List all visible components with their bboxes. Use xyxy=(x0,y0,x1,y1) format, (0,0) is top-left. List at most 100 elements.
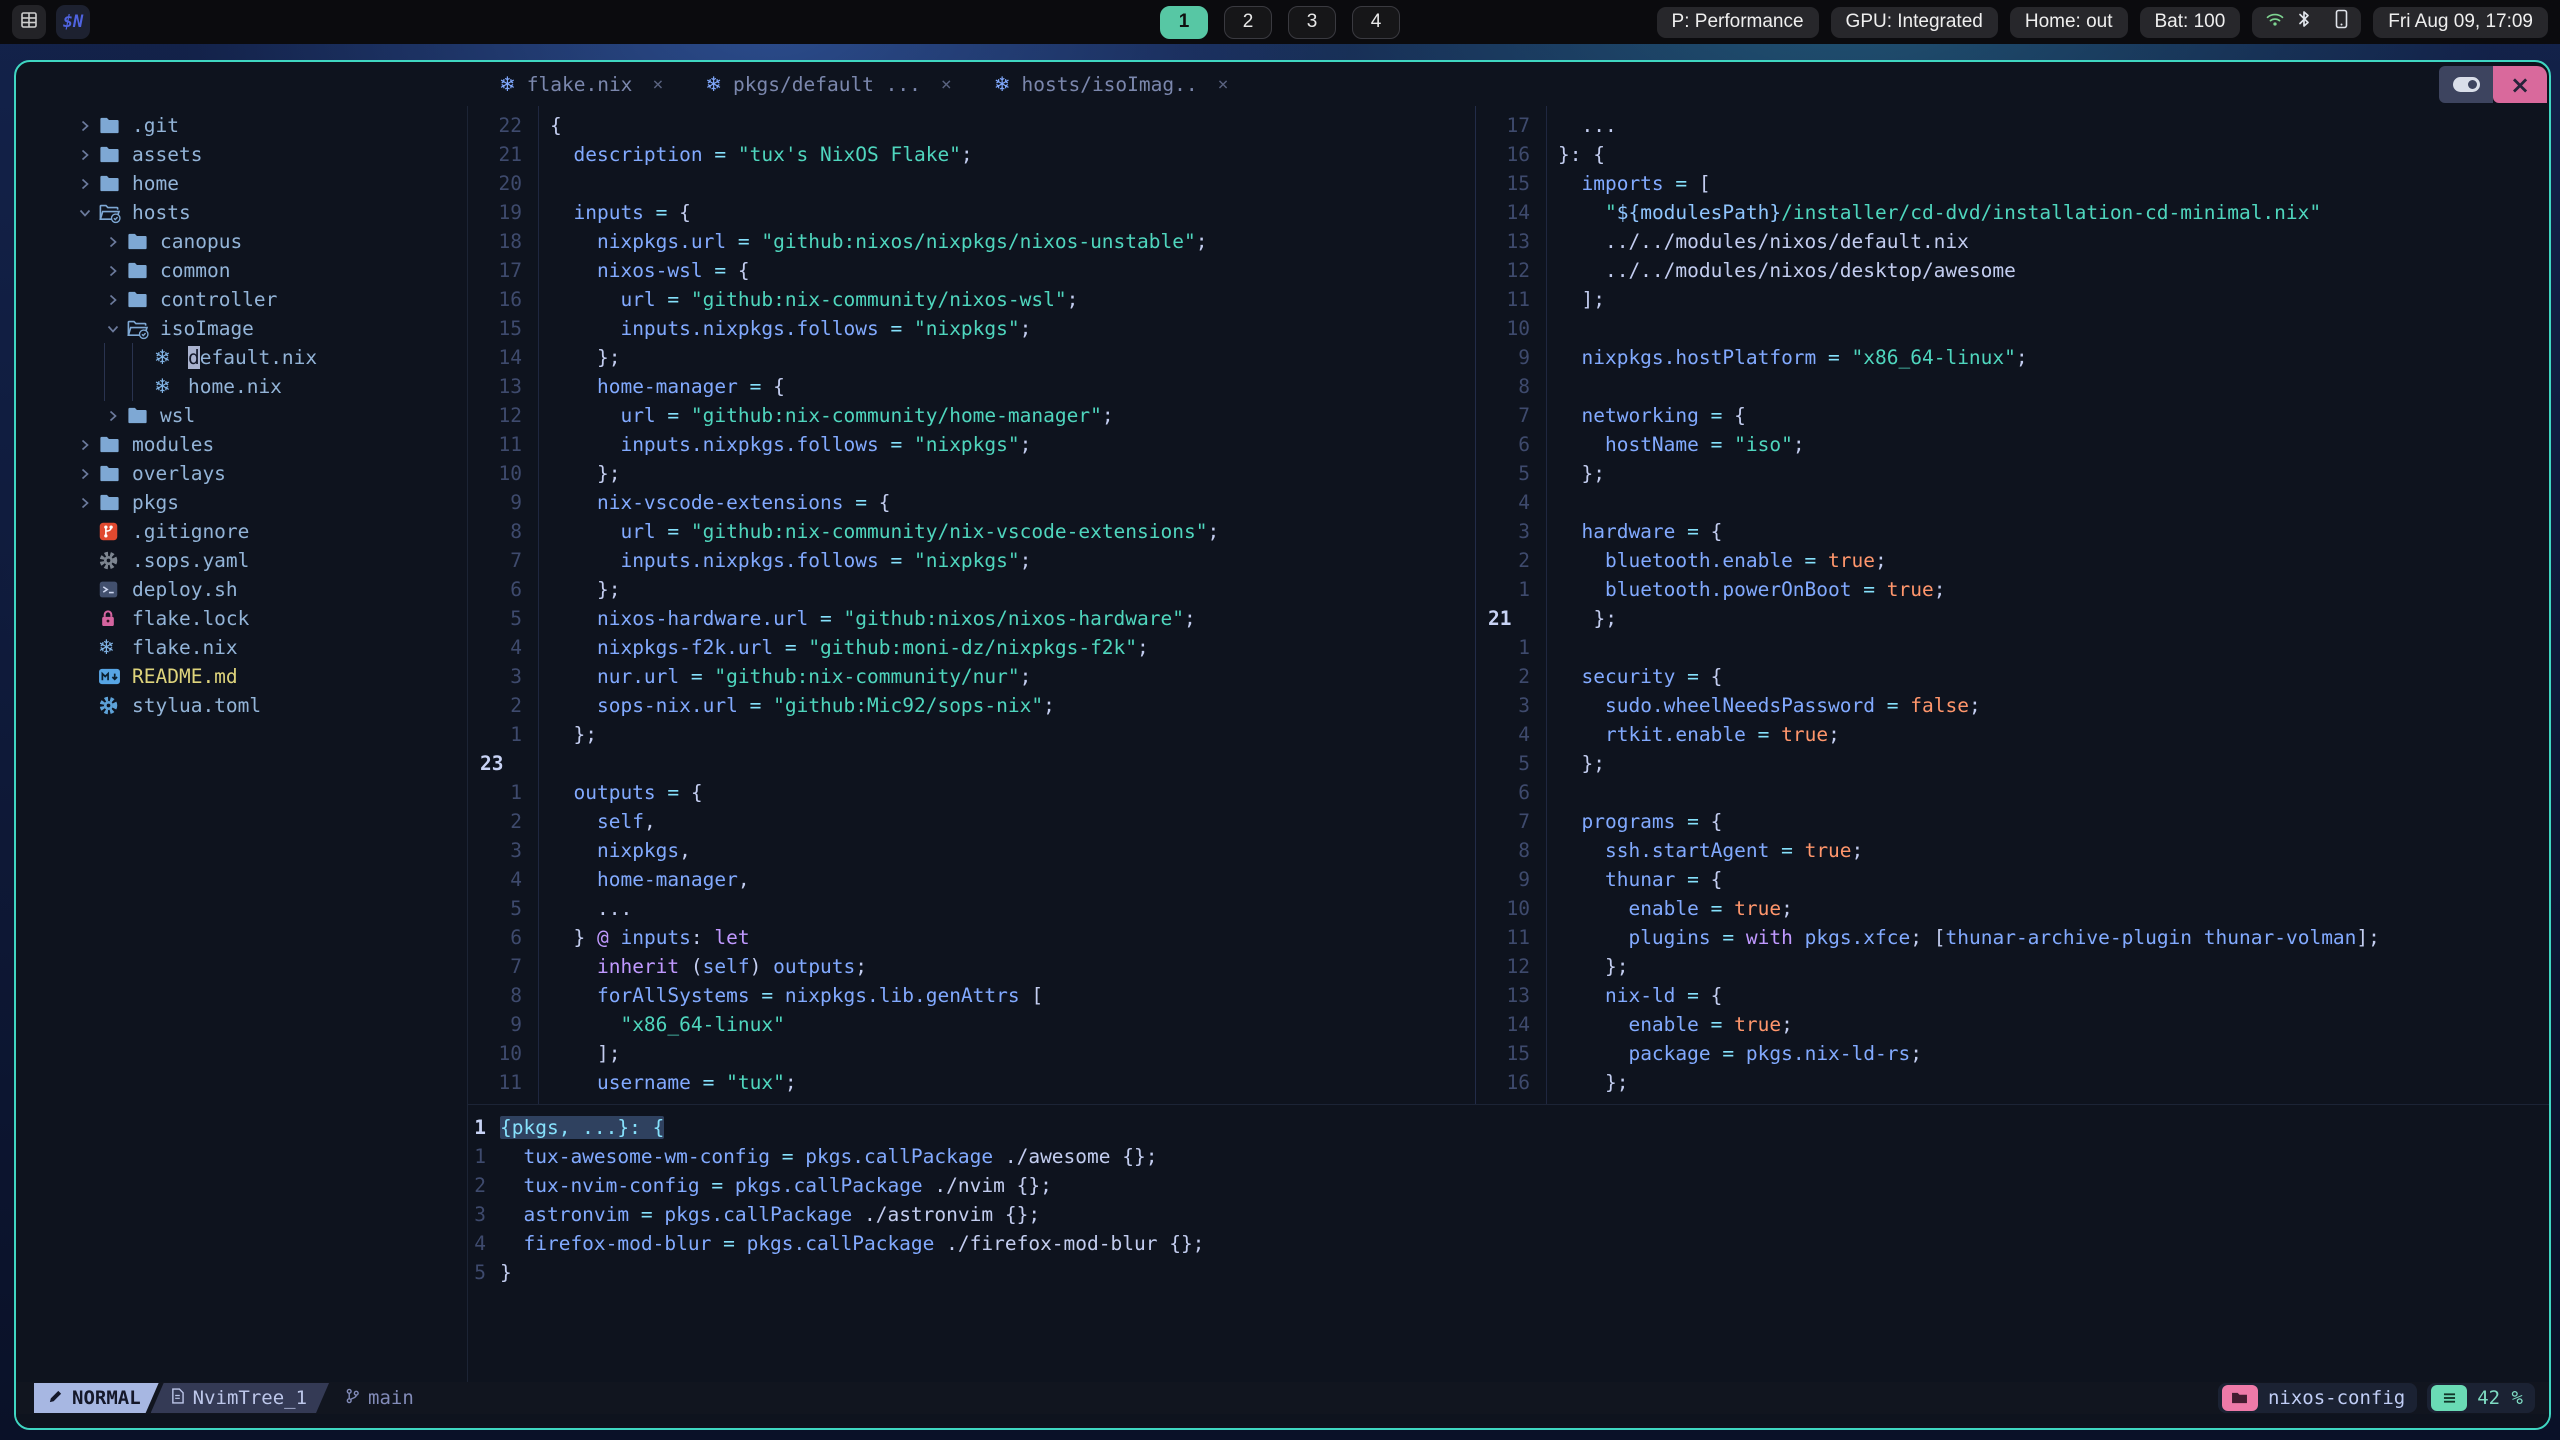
code-line[interactable]: 3 nixpkgs, xyxy=(468,836,1475,865)
code-line[interactable]: 8 forAllSystems = nixpkgs.lib.genAttrs [ xyxy=(468,981,1475,1010)
code-line[interactable]: 16}: { xyxy=(1476,140,2549,169)
tree-item--gitignore[interactable]: .gitignore xyxy=(16,517,467,546)
wifi-icon[interactable] xyxy=(2265,10,2285,34)
code-line[interactable]: 21 }; xyxy=(1476,604,2549,633)
tree-item-isoimage[interactable]: isoImage xyxy=(16,314,467,343)
pin-toggle-button[interactable] xyxy=(2439,66,2493,103)
code-line[interactable]: 9 nix-vscode-extensions = { xyxy=(468,488,1475,517)
code-line[interactable]: 2 tux-nvim-config = pkgs.callPackage ./n… xyxy=(468,1171,2549,1200)
code-line[interactable]: 5} xyxy=(468,1258,2549,1287)
tree-item-common[interactable]: common xyxy=(16,256,467,285)
bluetooth-icon[interactable] xyxy=(2297,9,2311,35)
code-line[interactable]: 7 networking = { xyxy=(1476,401,2549,430)
code-line[interactable]: 2 security = { xyxy=(1476,662,2549,691)
tree-item-flake-nix[interactable]: ❄ flake.nix xyxy=(16,633,467,662)
code-line[interactable]: 22 { xyxy=(468,111,1475,140)
tab-close-icon[interactable]: × xyxy=(1218,74,1229,95)
chevron-right-icon[interactable] xyxy=(100,410,126,422)
tree-item-canopus[interactable]: canopus xyxy=(16,227,467,256)
buffer-badge[interactable]: NvimTree_1 xyxy=(151,1383,329,1413)
code-line[interactable]: 23 xyxy=(468,749,1475,778)
tree-item-assets[interactable]: assets xyxy=(16,140,467,169)
code-line[interactable]: 10 enable = true; xyxy=(1476,894,2549,923)
code-line[interactable]: 13 ../../modules/nixos/default.nix xyxy=(1476,227,2549,256)
code-line[interactable]: 7 programs = { xyxy=(1476,807,2549,836)
code-line[interactable]: 10 }; xyxy=(468,459,1475,488)
code-line[interactable]: 5 }; xyxy=(1476,459,2549,488)
code-line[interactable]: 6 } @ inputs: let xyxy=(468,923,1475,952)
code-line[interactable]: 13 nix-ld = { xyxy=(1476,981,2549,1010)
tab-close-icon[interactable]: × xyxy=(941,74,952,95)
code-line[interactable]: 10 xyxy=(1476,314,2549,343)
workspace-button-4[interactable]: 4 xyxy=(1352,5,1400,39)
code-line[interactable]: 11 plugins = with pkgs.xfce; [thunar-arc… xyxy=(1476,923,2549,952)
code-line[interactable]: 9 nixpkgs.hostPlatform = "x86_64-linux"; xyxy=(1476,343,2549,372)
code-line[interactable]: 4 xyxy=(1476,488,2549,517)
tab-pkgs-default-[interactable]: ❄ pkgs/default ... × xyxy=(684,72,972,96)
code-line[interactable]: 6 xyxy=(1476,778,2549,807)
code-line[interactable]: 9 thunar = { xyxy=(1476,865,2549,894)
code-line[interactable]: 10 ]; xyxy=(468,1039,1475,1068)
tree-item-controller[interactable]: controller xyxy=(16,285,467,314)
chevron-right-icon[interactable] xyxy=(72,468,98,480)
code-line[interactable]: 3 astronvim = pkgs.callPackage ./astronv… xyxy=(468,1200,2549,1229)
code-line[interactable]: 12 ../../modules/nixos/desktop/awesome xyxy=(1476,256,2549,285)
chevron-right-icon[interactable] xyxy=(72,178,98,190)
code-line[interactable]: 1 }; xyxy=(468,720,1475,749)
code-line[interactable]: 1 outputs = { xyxy=(468,778,1475,807)
code-line[interactable]: 8 xyxy=(1476,372,2549,401)
code-line[interactable]: 4 firefox-mod-blur = pkgs.callPackage ./… xyxy=(468,1229,2549,1258)
chevron-right-icon[interactable] xyxy=(72,439,98,451)
chevron-right-icon[interactable] xyxy=(100,294,126,306)
code-line[interactable]: 1 {pkgs, ...}: { xyxy=(468,1113,2549,1142)
tree-item-stylua-toml[interactable]: stylua.toml xyxy=(16,691,467,720)
chevron-right-icon[interactable] xyxy=(100,236,126,248)
app-launcher-button[interactable] xyxy=(12,5,46,39)
tree-item-overlays[interactable]: overlays xyxy=(16,459,467,488)
tab-hosts-isoimag-[interactable]: ❄ hosts/isoImag.. × xyxy=(973,72,1250,96)
code-line[interactable]: 21 description = "tux's NixOS Flake"; xyxy=(468,140,1475,169)
chevron-down-icon[interactable] xyxy=(72,207,98,219)
code-line[interactable]: 6 hostName = "iso"; xyxy=(1476,430,2549,459)
close-button[interactable]: × xyxy=(2493,66,2547,103)
code-line[interactable]: 18 nixpkgs.url = "github:nixos/nixpkgs/n… xyxy=(468,227,1475,256)
chevron-right-icon[interactable] xyxy=(72,149,98,161)
tree-item-modules[interactable]: modules xyxy=(16,430,467,459)
code-line[interactable]: 7 inputs.nixpkgs.follows = "nixpkgs"; xyxy=(468,546,1475,575)
tree-item--git[interactable]: .git xyxy=(16,111,467,140)
code-line[interactable]: 12 url = "github:nix-community/home-mana… xyxy=(468,401,1475,430)
code-line[interactable]: 2 bluetooth.enable = true; xyxy=(1476,546,2549,575)
code-line[interactable]: 4 home-manager, xyxy=(468,865,1475,894)
tree-item-deploy-sh[interactable]: deploy.sh xyxy=(16,575,467,604)
code-line[interactable]: 9 "x86_64-linux" xyxy=(468,1010,1475,1039)
clock[interactable]: Fri Aug 09, 17:09 xyxy=(2373,6,2548,38)
code-line[interactable]: 13 home-manager = { xyxy=(468,372,1475,401)
tree-item-home[interactable]: home xyxy=(16,169,467,198)
chevron-down-icon[interactable] xyxy=(100,323,126,335)
code-line[interactable]: 2 self, xyxy=(468,807,1475,836)
tree-item-readme-md[interactable]: README.md xyxy=(16,662,467,691)
code-line[interactable]: 15 imports = [ xyxy=(1476,169,2549,198)
code-line[interactable]: 14 enable = true; xyxy=(1476,1010,2549,1039)
code-line[interactable]: 5 }; xyxy=(1476,749,2549,778)
tree-item--sops-yaml[interactable]: .sops.yaml xyxy=(16,546,467,575)
code-line[interactable]: 15 inputs.nixpkgs.follows = "nixpkgs"; xyxy=(468,314,1475,343)
tree-item-hosts[interactable]: hosts xyxy=(16,198,467,227)
runner-button[interactable]: $N xyxy=(56,5,90,39)
code-line[interactable]: 16 }; xyxy=(1476,1068,2549,1097)
code-line[interactable]: 17 nixos-wsl = { xyxy=(468,256,1475,285)
code-line[interactable]: 3 nur.url = "github:nix-community/nur"; xyxy=(468,662,1475,691)
tree-item-default-nix[interactable]: ❄ default.nix xyxy=(16,343,467,372)
code-line[interactable]: 3 hardware = { xyxy=(1476,517,2549,546)
code-line[interactable]: 3 sudo.wheelNeedsPassword = false; xyxy=(1476,691,2549,720)
code-line[interactable]: 11 username = "tux"; xyxy=(468,1068,1475,1097)
code-line[interactable]: 4 rtkit.enable = true; xyxy=(1476,720,2549,749)
code-line[interactable]: 17 ... xyxy=(1476,111,2549,140)
code-line[interactable]: 16 url = "github:nix-community/nixos-wsl… xyxy=(468,285,1475,314)
code-line[interactable]: 14 }; xyxy=(468,343,1475,372)
code-line[interactable]: 5 nixos-hardware.url = "github:nixos/nix… xyxy=(468,604,1475,633)
chevron-right-icon[interactable] xyxy=(72,497,98,509)
chevron-right-icon[interactable] xyxy=(100,265,126,277)
code-line[interactable]: 7 inherit (self) outputs; xyxy=(468,952,1475,981)
tree-item-home-nix[interactable]: ❄ home.nix xyxy=(16,372,467,401)
